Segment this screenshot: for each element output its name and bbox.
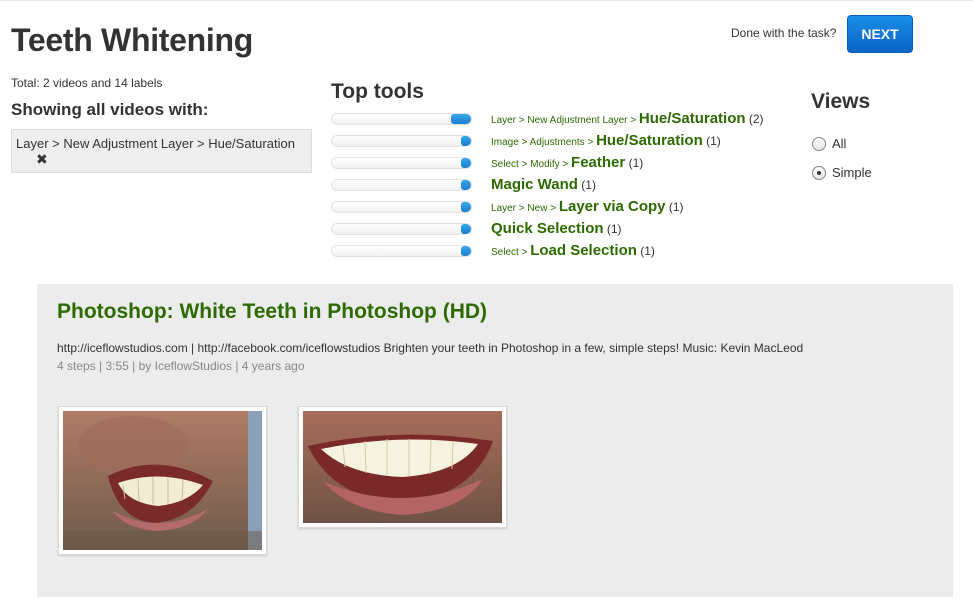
tool-menu-path: Image > Adjustments >	[491, 137, 597, 148]
tool-link[interactable]: Layer via Copy	[559, 198, 666, 215]
tool-count: (1)	[628, 156, 644, 170]
tool-row: Layer > New Adjustment Layer > Hue/Satur…	[331, 108, 791, 130]
top-divider	[0, 0, 973, 1]
views-title: Views	[811, 90, 871, 113]
tool-frequency-fill	[461, 158, 471, 168]
tool-row: Select > Modify > Feather (1)	[331, 152, 791, 174]
tool-link[interactable]: Load Selection	[530, 242, 637, 259]
radio-all[interactable]	[812, 136, 826, 151]
tool-menu-path: Layer > New Adjustment Layer >	[491, 115, 639, 126]
step-thumbnail[interactable]	[58, 406, 267, 555]
tool-frequency-fill	[451, 114, 471, 124]
tool-count: (2)	[748, 112, 764, 126]
tool-frequency-fill	[461, 202, 471, 212]
video-meta: 4 steps | 3:55 | by IceflowStudios | 4 y…	[57, 359, 305, 373]
tool-row: Layer > New > Layer via Copy (1)	[331, 196, 791, 218]
view-option-all[interactable]: All	[812, 136, 846, 151]
tool-frequency-fill	[461, 136, 471, 146]
done-task-text: Done with the task?	[731, 26, 837, 40]
smile-thumbnail-image	[63, 411, 262, 550]
tool-link[interactable]: Hue/Saturation	[596, 132, 703, 149]
active-filter: Layer > New Adjustment Layer > Hue/Satur…	[11, 129, 312, 173]
tool-frequency-bar	[331, 245, 472, 257]
tool-link[interactable]: Quick Selection	[491, 220, 604, 237]
tool-link[interactable]: Magic Wand	[491, 176, 578, 193]
smile-thumbnail-image	[303, 411, 502, 523]
tool-frequency-bar	[331, 223, 472, 235]
tool-row: Magic Wand (1)	[331, 174, 791, 196]
tool-frequency-bar	[331, 135, 472, 147]
tool-row: Image > Adjustments > Hue/Saturation (1)	[331, 130, 791, 152]
tool-menu-path: Select > Modify >	[491, 159, 572, 170]
tool-count: (1)	[581, 178, 596, 192]
tool-count: (1)	[606, 222, 622, 236]
remove-filter-icon[interactable]: ✖	[36, 152, 48, 166]
tool-frequency-bar	[331, 201, 472, 213]
view-option-simple[interactable]: Simple	[812, 165, 872, 180]
page-title: Teeth Whitening	[11, 22, 253, 58]
tool-menu-path: Layer > New >	[491, 203, 559, 214]
view-option-label: Simple	[832, 165, 872, 180]
tool-count: (1)	[668, 200, 684, 214]
tool-frequency-bar	[331, 157, 472, 169]
showing-label: Showing all videos with:	[11, 100, 209, 119]
step-thumbnail[interactable]	[298, 406, 507, 528]
tool-count: (1)	[640, 244, 655, 258]
video-title-link[interactable]: Photoshop: White Teeth in Photoshop (HD)	[57, 300, 487, 324]
tool-row: Quick Selection (1)	[331, 218, 791, 240]
radio-simple[interactable]	[812, 165, 826, 180]
next-button[interactable]: NEXT	[847, 15, 913, 53]
tool-frequency-fill	[461, 224, 471, 234]
total-summary: Total: 2 videos and 14 labels	[11, 76, 163, 90]
tool-frequency-bar	[331, 179, 472, 191]
top-tools-title: Top tools	[331, 80, 424, 103]
video-description: http://iceflowstudios.com | http://faceb…	[57, 341, 804, 355]
tool-frequency-fill	[461, 246, 471, 256]
tool-row: Select > Load Selection (1)	[331, 240, 791, 262]
tool-count: (1)	[706, 134, 721, 148]
tool-link[interactable]: Feather	[571, 154, 625, 171]
video-card: Photoshop: White Teeth in Photoshop (HD)…	[37, 284, 953, 597]
tool-menu-path: Select >	[491, 247, 531, 258]
view-option-label: All	[832, 136, 847, 151]
tool-link[interactable]: Hue/Saturation	[639, 110, 746, 127]
tool-frequency-bar	[331, 113, 472, 125]
tool-frequency-fill	[461, 180, 471, 190]
filter-path: Layer > New Adjustment Layer > Hue/Satur…	[16, 136, 295, 151]
